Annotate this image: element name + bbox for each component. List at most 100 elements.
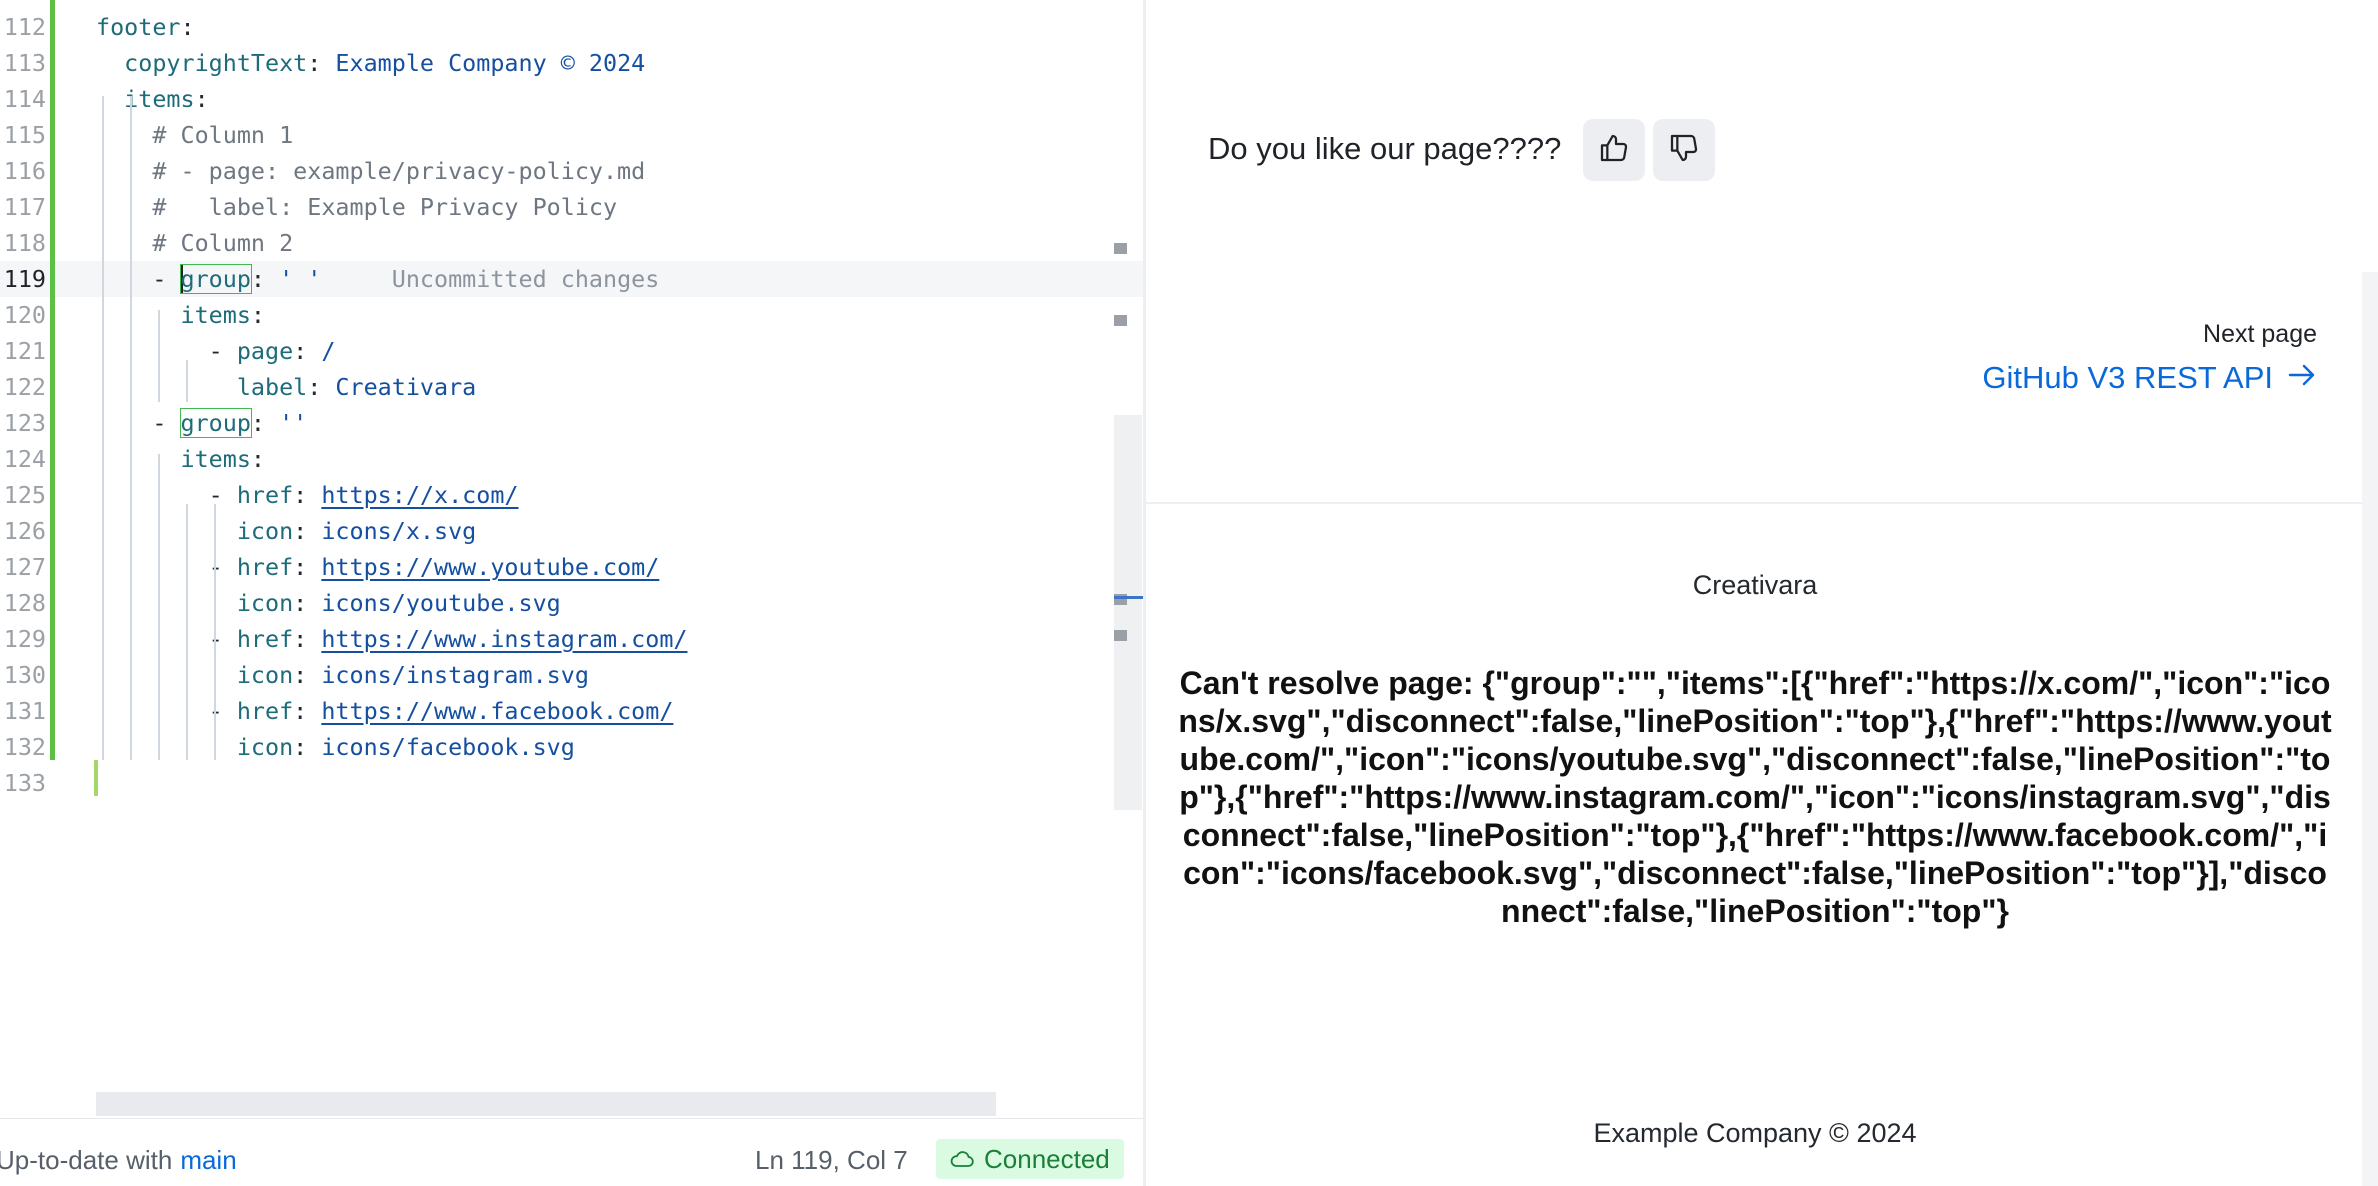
punctuation: -: [96, 337, 237, 365]
line-content: icon: icons/youtube.svg: [96, 585, 561, 621]
line-number: 133: [3, 769, 46, 797]
code-line[interactable]: 123 - group: '': [0, 405, 1143, 441]
indent-guide: [158, 454, 160, 760]
yaml-key: footer: [96, 13, 181, 41]
minimap-cursor-marker: [1114, 596, 1143, 599]
code-line[interactable]: 132 icon: icons/facebook.svg: [0, 729, 1143, 765]
line-content: icon: icons/instagram.svg: [96, 657, 589, 693]
cursor-position[interactable]: Ln 119, Col 7: [755, 1145, 908, 1176]
branch-name[interactable]: main: [180, 1145, 236, 1175]
code-line[interactable]: 129 - href: https://www.instagram.com/: [0, 621, 1143, 657]
punctuation: :: [293, 625, 322, 653]
punctuation: -: [96, 625, 237, 653]
code-line[interactable]: 113 copyrightText: Example Company © 202…: [0, 45, 1143, 81]
indent-guide: [186, 360, 188, 402]
yaml-key: items: [180, 445, 251, 473]
yaml-value: icons/youtube.svg: [321, 589, 561, 617]
yaml-key-highlighted: group: [179, 264, 252, 294]
yaml-key: href: [236, 697, 294, 725]
line-number: 129: [3, 625, 46, 653]
line-number: 131: [3, 697, 46, 725]
thumbs-down-button[interactable]: [1653, 119, 1715, 181]
code-line[interactable]: 124 items:: [0, 441, 1143, 477]
next-page-title[interactable]: GitHub V3 REST API: [1982, 360, 2273, 396]
code-line[interactable]: 114 items:: [0, 81, 1143, 117]
yaml-key: items: [124, 85, 195, 113]
yaml-key: copyrightText: [124, 49, 308, 77]
punctuation: :: [250, 445, 266, 473]
line-number: 124: [3, 445, 46, 473]
code-line[interactable]: 112 footer:: [0, 9, 1143, 45]
feedback-question: Do you like our page????: [1208, 131, 1562, 166]
code-line[interactable]: 116 # - page: example/privacy-policy.md: [0, 153, 1143, 189]
code-line[interactable]: 120 items:: [0, 297, 1143, 333]
code-line[interactable]: 127 - href: https://www.youtube.com/: [0, 549, 1143, 585]
punctuation: :: [293, 733, 322, 761]
thumbs-up-button[interactable]: [1583, 119, 1645, 181]
line-number: 125: [3, 481, 46, 509]
code-line[interactable]: 125 - href: https://x.com/: [0, 477, 1143, 513]
line-content: # label: Example Privacy Policy: [96, 189, 617, 225]
punctuation: [96, 733, 237, 761]
next-page-label: Next page: [2203, 320, 2317, 348]
yaml-value: ' ': [279, 265, 322, 293]
code-line[interactable]: 122 label: Creativara: [0, 369, 1143, 405]
punctuation: :: [293, 697, 322, 725]
indent-guide: [186, 504, 188, 760]
indent-guide: [214, 504, 216, 760]
punctuation: :: [293, 481, 322, 509]
code-line[interactable]: 117 # label: Example Privacy Policy: [0, 189, 1143, 225]
code-line[interactable]: 118 # Column 2: [0, 225, 1143, 261]
connection-status[interactable]: Connected: [936, 1139, 1124, 1179]
line-content: icon: icons/facebook.svg: [96, 729, 575, 765]
line-number: 117: [3, 193, 46, 221]
line-content: - group: ' ' Uncommitted changes: [96, 261, 659, 297]
error-message: Can't resolve page: {"group":"","items":…: [1178, 665, 2332, 929]
code-line[interactable]: 119 - group: ' ' Uncommitted changes: [0, 261, 1143, 297]
line-content: # Column 2: [96, 225, 293, 261]
line-number: 130: [3, 661, 46, 689]
change-indicator-bar: [50, 0, 55, 760]
preview-scrollbar[interactable]: [2362, 272, 2378, 1186]
next-page-link[interactable]: GitHub V3 REST API: [1982, 360, 2317, 396]
line-content: - href: https://www.facebook.com/: [96, 693, 674, 729]
code-line[interactable]: 126 icon: icons/x.svg: [0, 513, 1143, 549]
line-number: 113: [3, 49, 46, 77]
code-line[interactable]: 121 - page: /: [0, 333, 1143, 369]
line-number: 120: [3, 301, 46, 329]
line-content: items:: [96, 441, 266, 477]
line-number: 128: [3, 589, 46, 617]
yaml-key-highlighted: group: [179, 408, 252, 438]
line-content: - group: '': [96, 405, 307, 441]
yaml-key: items: [180, 301, 251, 329]
punctuation: [96, 445, 181, 473]
code-line[interactable]: 130 icon: icons/instagram.svg: [0, 657, 1143, 693]
yaml-link[interactable]: https://www.youtube.com/: [321, 553, 659, 581]
line-content: - page: /: [96, 333, 336, 369]
punctuation: -: [96, 553, 237, 581]
punctuation: :: [293, 661, 322, 689]
yaml-link[interactable]: https://www.instagram.com/: [321, 625, 687, 653]
sync-status: Up-to-date with main: [0, 1145, 237, 1176]
line-number: 112: [3, 13, 46, 41]
yaml-link[interactable]: https://www.facebook.com/: [321, 697, 673, 725]
code-line[interactable]: 131 - href: https://www.facebook.com/: [0, 693, 1143, 729]
punctuation: :: [194, 85, 209, 113]
line-number: 114: [3, 85, 46, 113]
copyright-text: Example Company © 2024: [1593, 1118, 1917, 1148]
minimap-marker: [1114, 630, 1127, 641]
line-number: 122: [3, 373, 46, 401]
punctuation: [96, 301, 181, 329]
punctuation: [96, 85, 124, 113]
line-content: copyrightText: Example Company © 2024: [96, 45, 645, 81]
punctuation: [96, 373, 237, 401]
punctuation: [96, 49, 124, 77]
code-line[interactable]: 128 icon: icons/youtube.svg: [0, 585, 1143, 621]
yaml-key: icon: [236, 733, 294, 761]
yaml-link[interactable]: https://x.com/: [321, 481, 518, 509]
code-line[interactable]: 115 # Column 1: [0, 117, 1143, 153]
code-line[interactable]: 133: [0, 765, 1143, 801]
horizontal-scrollbar[interactable]: [96, 1092, 996, 1116]
code-editor[interactable]: 112 footer: 113 copyrightText: Example Com…: [0, 0, 1143, 1186]
editor-scrollbar-track[interactable]: [1114, 415, 1142, 810]
